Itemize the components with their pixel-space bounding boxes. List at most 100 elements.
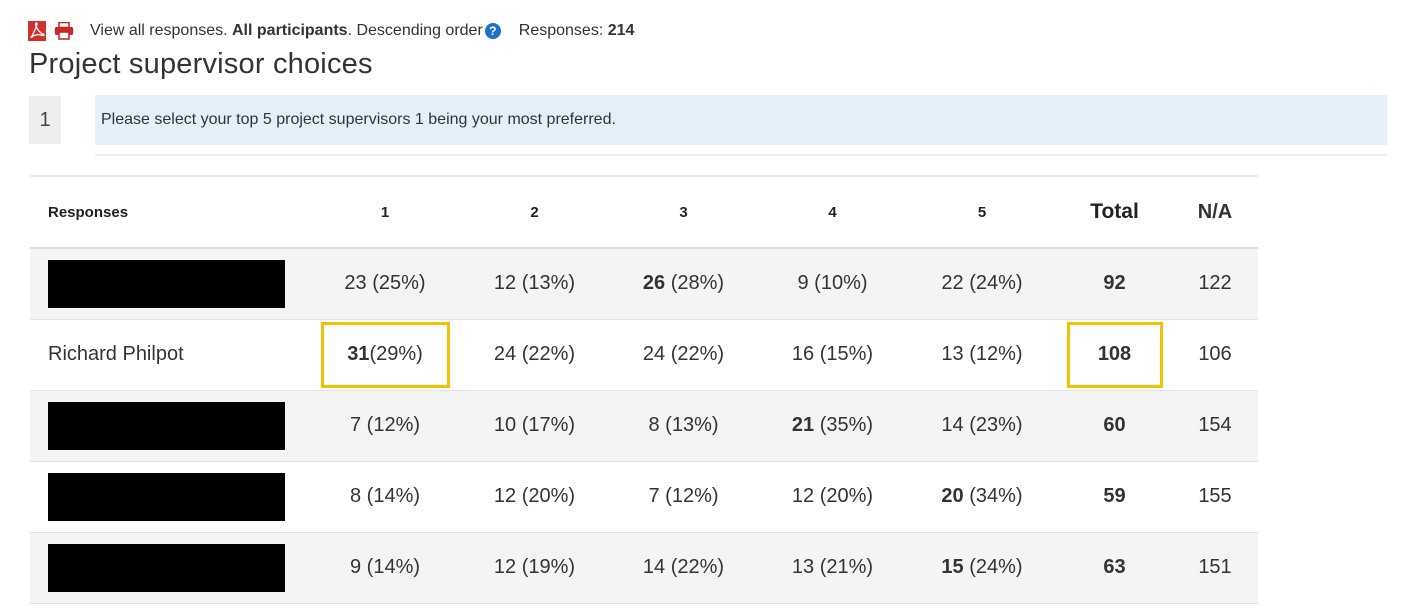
column-header-responses: Responses: [48, 203, 129, 221]
total-cell: 60: [1103, 414, 1126, 436]
total-cell: 92: [1103, 272, 1126, 295]
redaction-block: [48, 401, 285, 450]
cell-count: 12: [493, 272, 517, 295]
cell-count: 12: [493, 556, 517, 578]
rank-4-cell: 21 (35%): [758, 390, 907, 461]
table-row: 23 (25%) 12 (13%) 26 (28%) 9 (10%) 22 (2…: [30, 248, 1258, 319]
cell-percent: (12%): [361, 414, 421, 436]
cell-count: 10: [493, 414, 517, 436]
cell-percent: (34%): [963, 485, 1023, 507]
rank-4-cell: 9 (10%): [758, 248, 907, 319]
cell-percent: (23%): [963, 414, 1023, 436]
total-cell: 63: [1103, 556, 1126, 578]
highlight-box: 108: [1066, 321, 1163, 388]
cell-percent: (19%): [516, 556, 576, 578]
rank-5-cell: 14 (23%): [907, 390, 1057, 461]
cell-count: 8: [349, 485, 362, 507]
column-header-rank-2: 2: [530, 203, 539, 221]
cell-percent: (15%): [814, 343, 874, 365]
cell-percent: (35%): [814, 414, 874, 436]
responses-count: 214: [607, 22, 635, 39]
na-cell: 155: [1198, 485, 1232, 507]
toolbar: View all responses. All participants . D…: [28, 20, 634, 42]
cell-count: 15: [941, 556, 964, 578]
cell-count: 24: [642, 343, 666, 365]
cell-count: 22: [941, 272, 964, 295]
cell-count: 14: [642, 556, 666, 578]
rank-3-cell: 14 (22%): [609, 532, 758, 603]
cell-percent: (22%): [516, 343, 576, 365]
cell-percent: (14%): [361, 556, 421, 578]
rank-1-cell: 9 (14%): [310, 532, 460, 603]
rank-5-cell: 13 (12%): [907, 319, 1057, 390]
table-row: 7 (12%) 10 (17%) 8 (13%) 21 (35%) 14 (23…: [30, 390, 1258, 461]
cell-percent: (22%): [665, 556, 725, 578]
cell-percent: (13%): [659, 414, 719, 436]
cell-count: 13: [941, 343, 964, 365]
rank-4-cell: 13 (21%): [758, 532, 907, 603]
table-row: Richard Philpot 31 (29%) 24 (22%) 24 (22…: [30, 319, 1258, 390]
total-cell: 108: [1057, 319, 1172, 390]
table-row: 8 (14%) 12 (20%) 7 (12%) 12 (20%) 20 (34…: [30, 461, 1258, 532]
pdf-icon[interactable]: [28, 21, 46, 41]
cell-percent: (29%): [369, 343, 423, 365]
question-text: Please select your top 5 project supervi…: [95, 95, 1387, 145]
order-text: . Descending order: [347, 22, 483, 39]
cell-count: 7: [648, 485, 660, 507]
cell-percent: (20%): [516, 485, 576, 507]
participants-filter[interactable]: All participants: [232, 22, 348, 40]
cell-percent: (12%): [659, 485, 719, 507]
rank-1-cell: 31 (29%): [310, 319, 460, 390]
question-number: 1: [29, 96, 61, 144]
cell-count: 12: [791, 485, 815, 507]
supervisor-name-redacted: [30, 390, 310, 461]
table-header-row: Responses 1 2 3 4 5 Total N/A: [30, 176, 1258, 248]
cell-percent: (24%): [963, 556, 1023, 578]
supervisor-name-redacted: [30, 248, 310, 319]
cell-percent: (13%): [516, 272, 576, 295]
supervisor-name: Richard Philpot: [48, 343, 184, 365]
cell-count: 23: [344, 272, 367, 295]
help-icon[interactable]: ?: [484, 23, 501, 39]
column-header-rank-4: 4: [828, 203, 837, 221]
redaction-block: [48, 259, 285, 308]
column-header-rank-5: 5: [977, 203, 987, 221]
cell-count: 14: [941, 414, 964, 436]
cell-count: 31: [347, 343, 370, 365]
page-title: Project supervisor choices: [29, 48, 373, 80]
rank-1-cell: 8 (14%): [310, 461, 460, 532]
cell-count: 9: [797, 272, 809, 295]
na-cell: 151: [1198, 556, 1232, 578]
supervisor-name-redacted: [30, 532, 310, 603]
rank-2-cell: 10 (17%): [460, 390, 609, 461]
rank-3-cell: 8 (13%): [609, 390, 758, 461]
cell-count: 12: [493, 485, 517, 507]
cell-count: 20: [941, 485, 964, 507]
rank-1-cell: 7 (12%): [310, 390, 460, 461]
cell-percent: (24%): [963, 272, 1023, 295]
total-cell: 59: [1103, 485, 1126, 507]
rank-2-cell: 12 (13%): [460, 248, 609, 319]
rank-2-cell: 24 (22%): [460, 319, 609, 390]
rank-1-cell: 23 (25%): [310, 248, 460, 319]
rank-3-cell: 26 (28%): [609, 248, 758, 319]
na-cell: 122: [1198, 272, 1232, 295]
cell-percent: (25%): [366, 272, 426, 295]
rank-2-cell: 12 (20%): [460, 461, 609, 532]
na-cell: 106: [1198, 343, 1232, 365]
rank-5-cell: 15 (24%): [907, 532, 1057, 603]
column-header-total: Total: [1090, 200, 1139, 223]
highlight-box: 31 (29%): [320, 321, 450, 388]
column-header-rank-3: 3: [679, 203, 688, 221]
cell-percent: (14%): [361, 485, 421, 507]
column-header-rank-1: 1: [380, 203, 390, 221]
cell-count: 13: [791, 556, 815, 578]
printer-icon[interactable]: [54, 22, 74, 40]
cell-count: 26: [642, 272, 666, 295]
cell-percent: (12%): [963, 343, 1023, 365]
cell-count: 24: [493, 343, 517, 365]
table-row: 9 (14%) 12 (19%) 14 (22%) 13 (21%) 15 (2…: [30, 532, 1258, 603]
rank-5-cell: 20 (34%): [907, 461, 1057, 532]
cell-percent: (21%): [814, 556, 874, 578]
cell-count: 7: [349, 414, 362, 436]
